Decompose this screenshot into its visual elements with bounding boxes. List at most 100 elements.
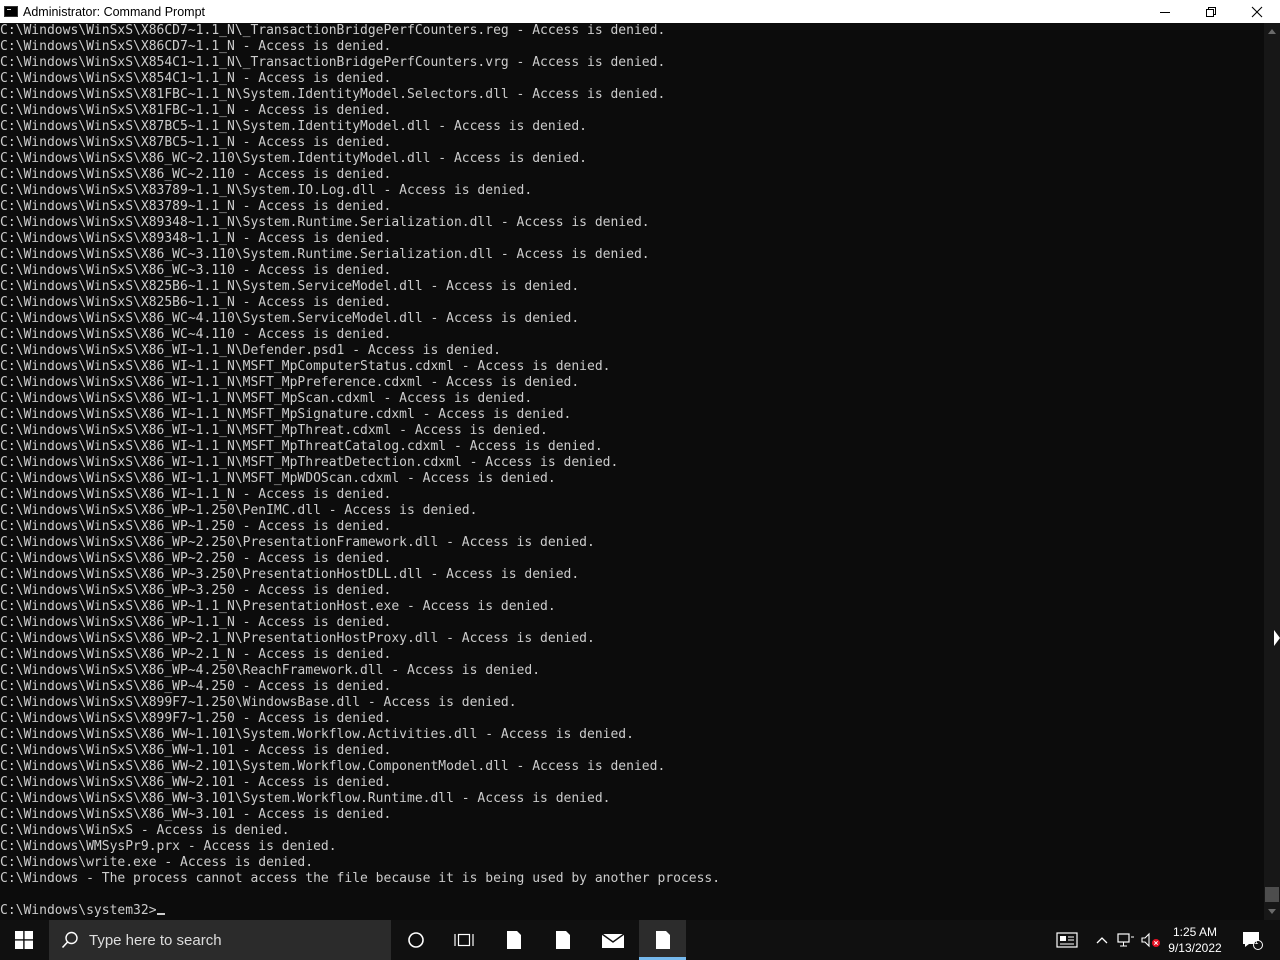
console-line: C:\Windows\WinSxS\X899F7~1.250\WindowsBa… — [0, 695, 517, 710]
console-line: C:\Windows\WinSxS - Access is denied. — [0, 823, 290, 838]
console-line: C:\Windows\WinSxS\X899F7~1.250 - Access … — [0, 711, 392, 726]
file-icon — [655, 931, 670, 949]
restore-button[interactable] — [1188, 0, 1234, 23]
taskbar-app-file-2[interactable] — [539, 920, 587, 960]
news-icon — [1056, 932, 1078, 948]
console-line: C:\Windows\WinSxS\X86CD7~1.1_N - Access … — [0, 39, 392, 54]
taskbar-search-box[interactable]: Type here to search — [49, 920, 391, 960]
console-line: C:\Windows\WinSxS\X86_WP~1.1_N - Access … — [0, 615, 392, 630]
window-title: Administrator: Command Prompt — [23, 4, 206, 19]
notification-icon — [1243, 932, 1263, 950]
action-center-button[interactable]: 1 — [1232, 920, 1272, 960]
console-line: C:\Windows\WinSxS\X86_WP~2.1_N\Presentat… — [0, 631, 595, 646]
mouse-pointer-icon — [1274, 630, 1280, 646]
minimize-button[interactable] — [1142, 0, 1188, 23]
close-button[interactable] — [1234, 0, 1280, 23]
console-line: C:\Windows\WinSxS\X83789~1.1_N - Access … — [0, 199, 392, 214]
network-icon — [1117, 933, 1134, 947]
console-line: C:\Windows\WinSxS\X86_WC~2.110\System.Id… — [0, 151, 587, 166]
console-line: C:\Windows\WinSxS\X81FBC~1.1_N - Access … — [0, 103, 392, 118]
console-line: C:\Windows\WinSxS\X83789~1.1_N\System.IO… — [0, 183, 533, 198]
taskbar: Type here to search 1:25 AM 9/13/2022 1 — [0, 920, 1280, 960]
clock-time: 1:25 AM — [1172, 925, 1218, 939]
scrollbar-thumb[interactable] — [1265, 887, 1279, 902]
vertical-scrollbar[interactable] — [1264, 23, 1280, 920]
task-view-icon — [454, 933, 474, 947]
console-line: C:\Windows\WinSxS\X86_WI~1.1_N\MSFT_MpCo… — [0, 359, 611, 374]
console-line: C:\Windows\WinSxS\X86_WP~3.250\Presentat… — [0, 567, 580, 582]
console-line: C:\Windows\WinSxS\X81FBC~1.1_N\System.Id… — [0, 87, 666, 102]
console-line: C:\Windows\WinSxS\X86_WP~1.250\PenIMC.dl… — [0, 503, 478, 518]
console-line: C:\Windows\WinSxS\X86_WC~3.110 - Access … — [0, 263, 392, 278]
console-line: C:\Windows\WinSxS\X89348~1.1_N\System.Ru… — [0, 215, 650, 230]
console-line: C:\Windows\WinSxS\X86_WP~2.1_N - Access … — [0, 647, 392, 662]
taskbar-app-file-active[interactable] — [639, 920, 686, 960]
console-line: C:\Windows\WinSxS\X86_WI~1.1_N\MSFT_MpSi… — [0, 407, 572, 422]
console-line: C:\Windows\WinSxS\X86_WW~2.101 - Access … — [0, 775, 392, 790]
console-line: C:\Windows\WinSxS\X87BC5~1.1_N - Access … — [0, 135, 392, 150]
console-line: C:\Windows\WinSxS\X86_WI~1.1_N\MSFT_MpWD… — [0, 471, 556, 486]
console-line: C:\Windows\WMSysPr9.prx - Access is deni… — [0, 839, 337, 854]
console-line: C:\Windows\WinSxS\X825B6~1.1_N\System.Se… — [0, 279, 580, 294]
console-line: C:\Windows\WinSxS\X86_WI~1.1_N\MSFT_MpTh… — [0, 455, 619, 470]
chevron-up-icon — [1096, 937, 1108, 944]
console-line: C:\Windows\WinSxS\X86_WW~2.101\System.Wo… — [0, 759, 666, 774]
notification-count: 1 — [1254, 937, 1259, 946]
task-view-button[interactable] — [440, 920, 488, 960]
console-line: C:\Windows\WinSxS\X87BC5~1.1_N\System.Id… — [0, 119, 587, 134]
network-button[interactable] — [1115, 920, 1137, 960]
console-line: C:\Windows - The process cannot access t… — [0, 871, 721, 886]
console-line: C:\Windows\WinSxS\X86_WI~1.1_N\MSFT_MpSc… — [0, 391, 533, 406]
clock[interactable]: 1:25 AM 9/13/2022 — [1164, 920, 1226, 960]
file-icon — [556, 931, 570, 949]
console-line: C:\Windows\WinSxS\X86_WC~4.110 - Access … — [0, 327, 392, 342]
console-line: C:\Windows\WinSxS\X86_WW~1.101\System.Wo… — [0, 727, 634, 742]
text-cursor — [156, 913, 165, 915]
console-line: C:\Windows\WinSxS\X86_WP~4.250\ReachFram… — [0, 663, 541, 678]
volume-muted-icon — [1141, 932, 1160, 948]
search-icon — [61, 931, 78, 949]
prompt-text: C:\Windows\system32> — [0, 903, 157, 918]
search-placeholder: Type here to search — [89, 931, 222, 949]
console-line: C:\Windows\WinSxS\X86_WW~3.101 - Access … — [0, 807, 392, 822]
command-prompt-icon — [4, 6, 18, 17]
console-line: C:\Windows\WinSxS\X86_WC~3.110\System.Ru… — [0, 247, 650, 262]
command-prompt-line[interactable]: C:\Windows\system32> — [0, 903, 1264, 919]
console-line: C:\Windows\WinSxS\X86_WP~2.250 - Access … — [0, 551, 392, 566]
console-line: C:\Windows\WinSxS\X854C1~1.1_N - Access … — [0, 71, 392, 86]
console-line: C:\Windows\WinSxS\X86_WC~4.110\System.Se… — [0, 311, 580, 326]
windows-logo-icon — [15, 931, 33, 949]
cortana-button[interactable] — [392, 920, 440, 960]
clock-date: 9/13/2022 — [1168, 941, 1222, 955]
taskbar-app-mail[interactable] — [589, 920, 637, 960]
console-line: C:\Windows\write.exe - Access is denied. — [0, 855, 314, 870]
scroll-up-arrow-icon[interactable] — [1268, 29, 1276, 34]
console-output[interactable]: C:\Windows\WinSxS\X86CD7~1.1_N\_Transact… — [0, 23, 1264, 920]
cortana-circle-icon — [408, 932, 424, 948]
console-line: C:\Windows\WinSxS\X86_WW~1.101 - Access … — [0, 743, 392, 758]
console-line: C:\Windows\WinSxS\X825B6~1.1_N - Access … — [0, 295, 392, 310]
scroll-down-arrow-icon[interactable] — [1268, 909, 1276, 914]
title-bar: Administrator: Command Prompt — [0, 0, 1280, 23]
console-line: C:\Windows\WinSxS\X86_WC~2.110 - Access … — [0, 167, 392, 182]
file-icon — [507, 931, 521, 949]
console-line: C:\Windows\WinSxS\X86_WP~4.250 - Access … — [0, 679, 392, 694]
console-line: C:\Windows\WinSxS\X86_WP~1.250 - Access … — [0, 519, 392, 534]
news-widget-button[interactable] — [1052, 920, 1082, 960]
console-line: C:\Windows\WinSxS\X89348~1.1_N - Access … — [0, 231, 392, 246]
show-hidden-icons-button[interactable] — [1091, 920, 1113, 960]
console-line: C:\Windows\WinSxS\X86_WI~1.1_N\MSFT_MpTh… — [0, 423, 548, 438]
console-line: C:\Windows\WinSxS\X86_WP~1.1_N\Presentat… — [0, 599, 556, 614]
taskbar-app-file-1[interactable] — [490, 920, 538, 960]
console-line: C:\Windows\WinSxS\X86_WI~1.1_N\MSFT_MpTh… — [0, 439, 603, 454]
console-line: C:\Windows\WinSxS\X86_WI~1.1_N - Access … — [0, 487, 392, 502]
close-icon — [1251, 6, 1263, 17]
volume-button[interactable] — [1140, 920, 1162, 960]
mail-icon — [601, 933, 625, 948]
console-line: C:\Windows\WinSxS\X854C1~1.1_N\_Transact… — [0, 55, 666, 70]
start-button[interactable] — [0, 920, 48, 960]
console-line: C:\Windows\WinSxS\X86_WP~3.250 - Access … — [0, 583, 392, 598]
console-line: C:\Windows\WinSxS\X86_WI~1.1_N\Defender.… — [0, 343, 501, 358]
restore-icon — [1206, 6, 1216, 17]
